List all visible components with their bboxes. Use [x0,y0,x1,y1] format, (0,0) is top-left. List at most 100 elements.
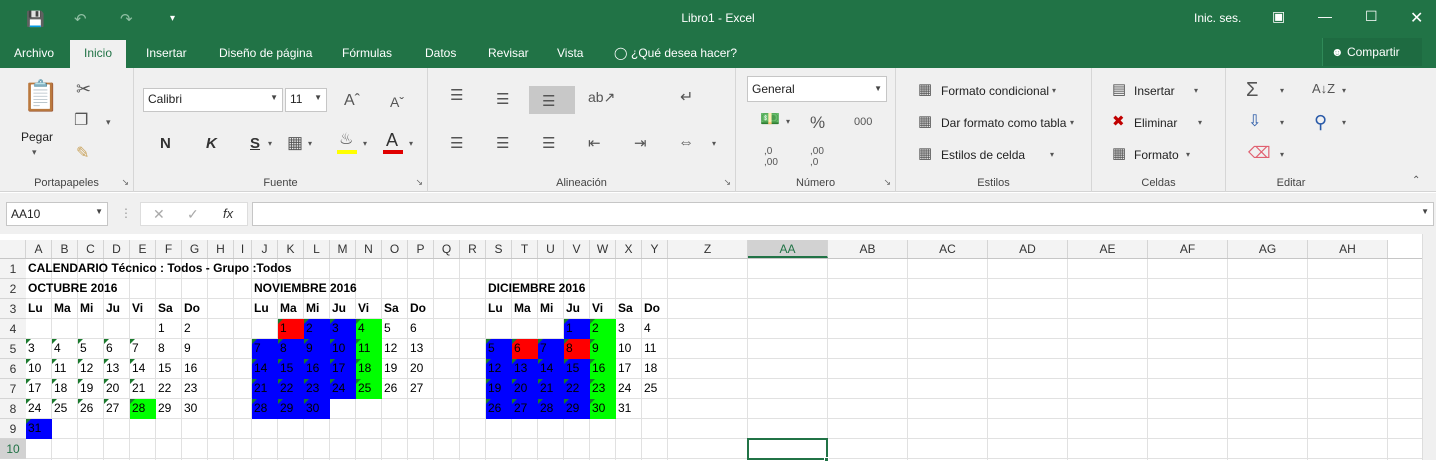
day-cell[interactable]: 10 [616,339,642,359]
sign-in-link[interactable]: Inic. ses. [1194,11,1241,25]
day-header-cell[interactable]: Do [182,299,208,319]
day-cell[interactable]: 21 [130,379,156,399]
day-cell[interactable]: 8 [278,339,304,359]
minimize-icon[interactable]: — [1318,8,1332,24]
day-cell[interactable]: 30 [304,399,330,419]
format-painter-icon[interactable]: ✎ [76,146,89,162]
day-cell[interactable]: 26 [486,399,512,419]
row-header-10[interactable]: 10 [0,439,26,459]
paste-button[interactable]: Pegar [21,130,53,144]
decrease-indent-icon[interactable]: ⇤ [588,136,601,151]
day-cell[interactable]: 17 [330,359,356,379]
day-header-cell[interactable]: Ju [104,299,130,319]
day-cell[interactable]: 5 [78,339,104,359]
column-header-V[interactable]: V [564,240,590,258]
day-cell[interactable]: 4 [52,339,78,359]
day-cell[interactable]: 3 [330,319,356,339]
fill-icon[interactable]: ⇩ [1248,114,1261,130]
day-cell[interactable]: 17 [616,359,642,379]
day-cell[interactable]: 23 [182,379,208,399]
fill-color-dropdown-icon[interactable]: ▾ [363,140,367,148]
row-header-6[interactable]: 6 [0,359,26,379]
autosum-icon[interactable]: Σ [1246,80,1258,100]
bold-button[interactable]: N [160,136,171,151]
accounting-format-icon[interactable]: 💵 [760,112,780,128]
find-select-icon[interactable]: ⚲ [1314,113,1327,131]
column-header-W[interactable]: W [590,240,616,258]
confirm-entry-icon[interactable]: ✓ [187,207,199,221]
formula-input[interactable]: ▼ [252,202,1434,226]
tab-inicio[interactable]: Inicio [70,40,127,68]
format-as-table-button[interactable]: Dar formato como tabla [941,116,1066,130]
font-name-select[interactable]: Calibri ▼ [143,88,283,112]
font-color-dropdown-icon[interactable]: ▾ [409,140,413,148]
row-header-5[interactable]: 5 [0,339,26,359]
font-color-icon[interactable]: A [386,131,398,149]
day-header-cell[interactable]: Ma [278,299,304,319]
day-cell[interactable]: 1 [278,319,304,339]
day-cell[interactable]: 28 [130,399,156,419]
tab-diseno-pagina[interactable]: Diseño de página [219,46,312,60]
column-header-S[interactable]: S [486,240,512,258]
align-bottom-icon[interactable]: ☰ [542,94,555,109]
column-header-F[interactable]: F [156,240,182,258]
day-cell[interactable]: 2 [182,319,208,339]
day-header-cell[interactable]: Ju [564,299,590,319]
day-header-cell[interactable]: Sa [156,299,182,319]
day-cell[interactable]: 25 [356,379,382,399]
font-size-select[interactable]: 11 ▼ [285,88,327,112]
insert-dropdown-icon[interactable]: ▾ [1194,87,1198,95]
column-header-N[interactable]: N [356,240,382,258]
format-cells-button[interactable]: Formato [1134,148,1179,162]
column-header-Q[interactable]: Q [434,240,460,258]
day-cell[interactable]: 24 [26,399,52,419]
column-header-AB[interactable]: AB [828,240,908,258]
comma-style-button[interactable]: 000 [854,117,872,128]
day-cell[interactable]: 20 [512,379,538,399]
day-cell[interactable]: 13 [512,359,538,379]
day-cell[interactable]: 21 [252,379,278,399]
day-cell[interactable]: 8 [156,339,182,359]
day-cell[interactable]: 18 [356,359,382,379]
column-header-O[interactable]: O [382,240,408,258]
sheet-title-cell[interactable]: CALENDARIO Técnico : Todos - Grupo :Todo… [26,259,330,279]
clear-icon[interactable]: ⌫ [1248,146,1271,162]
column-header-AH[interactable]: AH [1308,240,1388,258]
column-header-D[interactable]: D [104,240,130,258]
column-header-I[interactable]: I [234,240,252,258]
day-cell[interactable]: 7 [252,339,278,359]
day-cell[interactable]: 3 [616,319,642,339]
column-header-E[interactable]: E [130,240,156,258]
tab-datos[interactable]: Datos [425,46,456,60]
column-header-J[interactable]: J [252,240,278,258]
day-cell[interactable]: 12 [78,359,104,379]
cancel-entry-icon[interactable]: ✕ [153,207,165,221]
column-header-X[interactable]: X [616,240,642,258]
column-header-AF[interactable]: AF [1148,240,1228,258]
cell-styles-button[interactable]: Estilos de celda [941,148,1025,162]
day-cell[interactable]: 1 [564,319,590,339]
column-header-K[interactable]: K [278,240,304,258]
column-header-C[interactable]: C [78,240,104,258]
day-cell[interactable]: 15 [564,359,590,379]
day-cell[interactable]: 30 [590,399,616,419]
align-right-icon[interactable]: ☰ [542,136,555,151]
day-cell[interactable]: 29 [156,399,182,419]
column-header-AA[interactable]: AA [748,240,828,258]
day-cell[interactable]: 29 [564,399,590,419]
autosum-dropdown-icon[interactable]: ▾ [1280,87,1284,95]
ribbon-display-options-icon[interactable]: ▣ [1272,8,1285,25]
day-cell[interactable]: 14 [538,359,564,379]
day-cell[interactable]: 20 [104,379,130,399]
decrease-decimal-button[interactable]: ,00 ,0 [810,146,824,168]
day-cell[interactable]: 19 [78,379,104,399]
month-title-cell[interactable]: NOVIEMBRE 2016 [252,279,382,299]
tab-vista[interactable]: Vista [557,46,583,60]
day-cell[interactable]: 2 [304,319,330,339]
month-title-cell[interactable]: DICIEMBRE 2016 [486,279,616,299]
row-header-1[interactable]: 1 [0,259,26,279]
select-all-corner[interactable] [0,240,26,258]
increase-decimal-button[interactable]: ,0 ,00 [764,146,778,168]
copy-icon[interactable]: ❐ [74,113,88,129]
day-cell[interactable]: 9 [182,339,208,359]
